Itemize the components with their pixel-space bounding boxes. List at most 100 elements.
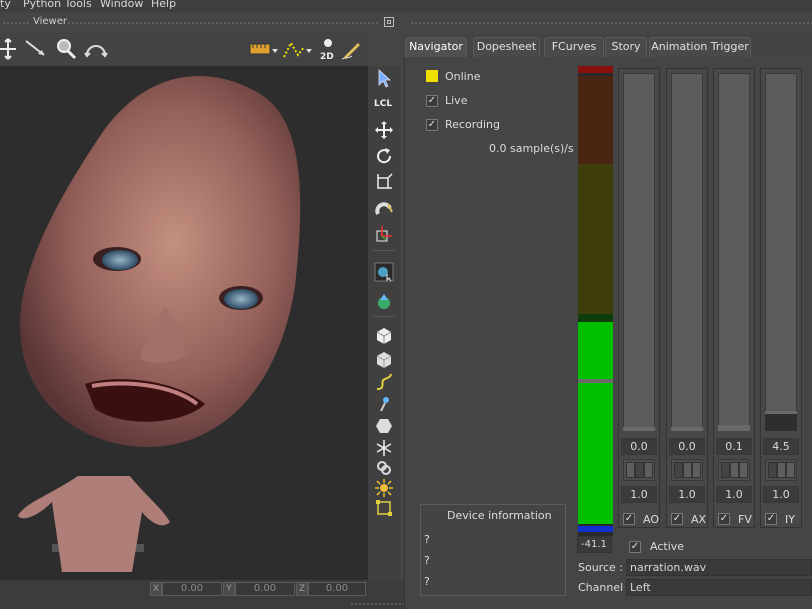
slider-value[interactable]: 4.5 <box>763 438 799 455</box>
sample-rate: 0.0 sample(s)/s <box>489 142 574 155</box>
menu-item-window[interactable]: Window <box>100 0 143 10</box>
tab-story[interactable]: Story <box>605 37 647 57</box>
slider-ao[interactable]: 0.0 1.0 ✓ AO <box>618 68 660 528</box>
curve-icon[interactable] <box>374 372 394 392</box>
meter-threshold-marker[interactable] <box>578 379 613 383</box>
meter-low-zone <box>578 314 613 322</box>
rotate-icon[interactable] <box>374 146 394 166</box>
x-label: X <box>150 582 162 596</box>
recording-checkbox[interactable]: ✓ <box>426 119 438 131</box>
slider-fv[interactable]: 0.1 1.0 ✓ FV <box>713 68 755 528</box>
live-checkbox[interactable]: ✓ <box>426 95 438 107</box>
device-info-box: Device information ? ? ? <box>420 504 566 596</box>
camera-2d-icon[interactable]: 2D <box>316 37 340 61</box>
slider-track[interactable] <box>671 73 703 431</box>
z-label: Z <box>296 582 308 596</box>
ruler-dropdown-icon[interactable] <box>272 49 278 53</box>
camera-render-icon[interactable] <box>374 262 394 282</box>
panel-grip[interactable] <box>410 22 812 24</box>
slider-handle[interactable] <box>718 425 750 431</box>
hexagon-icon[interactable] <box>374 416 394 436</box>
viewer-grip[interactable] <box>2 22 30 24</box>
ruler-icon[interactable] <box>248 37 272 61</box>
3d-viewport[interactable] <box>0 66 368 580</box>
meter-value: -41.1 <box>577 536 612 553</box>
viewer-grip-right[interactable] <box>67 22 379 24</box>
path-dropdown-icon[interactable] <box>306 49 312 53</box>
menu-item-partial[interactable]: ty <box>0 0 11 10</box>
slider-scale[interactable]: 1.0 <box>763 486 799 503</box>
constraint-icon[interactable] <box>374 458 394 478</box>
slider-track[interactable] <box>765 73 797 431</box>
vertical-toolbar: LCL <box>368 66 400 580</box>
slider-label: AX <box>691 513 707 526</box>
tab-fcurves[interactable]: FCurves <box>544 37 604 57</box>
skeleton-icon[interactable] <box>374 438 394 458</box>
channel-dropdown[interactable]: Left <box>626 579 812 596</box>
tab-dopesheet[interactable]: Dopesheet <box>473 37 540 57</box>
online-label: Online <box>445 70 481 83</box>
slider-track[interactable] <box>718 73 750 431</box>
select-arrow-icon[interactable] <box>374 68 394 88</box>
menu-item-python-tools[interactable]: Python Tools <box>23 0 92 10</box>
viewer-toolbar: 2D <box>0 33 368 66</box>
slider-scale[interactable]: 1.0 <box>621 486 657 503</box>
local-icon[interactable]: LCL <box>374 94 394 114</box>
slider-enable-checkbox[interactable]: ✓ <box>765 513 777 525</box>
slider-iy[interactable]: 4.5 1.0 ✓ IY <box>760 68 802 528</box>
slider-scale[interactable]: 1.0 <box>716 486 752 503</box>
source-field[interactable]: narration.wav <box>626 559 812 576</box>
transform-icon[interactable] <box>0 37 24 61</box>
menu-bar: ty Python Tools Window Help <box>0 0 812 12</box>
slider-mode-toggle[interactable] <box>623 459 655 481</box>
orbit-icon[interactable] <box>84 37 108 61</box>
online-indicator <box>426 70 438 82</box>
light-icon[interactable] <box>374 478 394 498</box>
y-field[interactable]: 0.00 <box>235 582 295 596</box>
toolbar-separator <box>373 316 395 317</box>
slider-enable-checkbox[interactable]: ✓ <box>718 513 730 525</box>
z-field[interactable]: 0.00 <box>308 582 366 596</box>
y-label: Y <box>223 582 235 596</box>
slider-enable-checkbox[interactable]: ✓ <box>623 513 635 525</box>
tab-animation-trigger[interactable]: Animation Trigger <box>649 37 751 57</box>
pencil-icon[interactable] <box>340 37 364 61</box>
move-icon[interactable] <box>374 120 394 140</box>
drag-arrow-icon[interactable] <box>24 37 48 61</box>
slider-mode-toggle[interactable] <box>718 459 750 481</box>
slider-track[interactable] <box>623 73 655 431</box>
bounding-box-icon[interactable] <box>374 498 394 518</box>
slider-scale[interactable]: 1.0 <box>669 486 705 503</box>
pivot-icon[interactable] <box>374 224 394 244</box>
slider-handle[interactable] <box>765 411 797 431</box>
tab-navigator[interactable]: Navigator <box>405 37 467 57</box>
slider-value[interactable]: 0.1 <box>716 438 752 455</box>
active-checkbox[interactable]: ✓ <box>629 541 641 553</box>
slider-ax[interactable]: 0.0 1.0 ✓ AX <box>666 68 708 528</box>
menu-item-help[interactable]: Help <box>151 0 176 10</box>
slider-handle[interactable] <box>623 427 655 431</box>
cube-solid-icon[interactable] <box>374 326 394 346</box>
active-label: Active <box>650 540 685 553</box>
shading-icon[interactable] <box>374 292 394 312</box>
device-info-line: ? <box>424 554 430 567</box>
x-field[interactable]: 0.00 <box>162 582 222 596</box>
path-points-icon[interactable] <box>282 37 306 61</box>
cube-icon[interactable] <box>374 350 394 370</box>
undock-icon[interactable] <box>384 17 394 27</box>
meter-clip-zone <box>578 66 613 73</box>
slider-value[interactable]: 0.0 <box>669 438 705 455</box>
slider-mode-toggle[interactable] <box>671 459 703 481</box>
viewer-title: Viewer <box>33 16 67 27</box>
slider-enable-checkbox[interactable]: ✓ <box>671 513 683 525</box>
scale-icon[interactable] <box>374 172 394 192</box>
meter-mid-zone <box>578 164 613 314</box>
slider-value[interactable]: 0.0 <box>621 438 657 455</box>
slider-handle[interactable] <box>671 427 703 431</box>
svg-text:2D: 2D <box>320 52 334 61</box>
magnet-icon[interactable] <box>374 198 394 218</box>
zoom-icon[interactable] <box>54 37 78 61</box>
level-meter <box>578 66 613 536</box>
pen-node-icon[interactable] <box>374 394 394 414</box>
slider-mode-toggle[interactable] <box>765 459 797 481</box>
